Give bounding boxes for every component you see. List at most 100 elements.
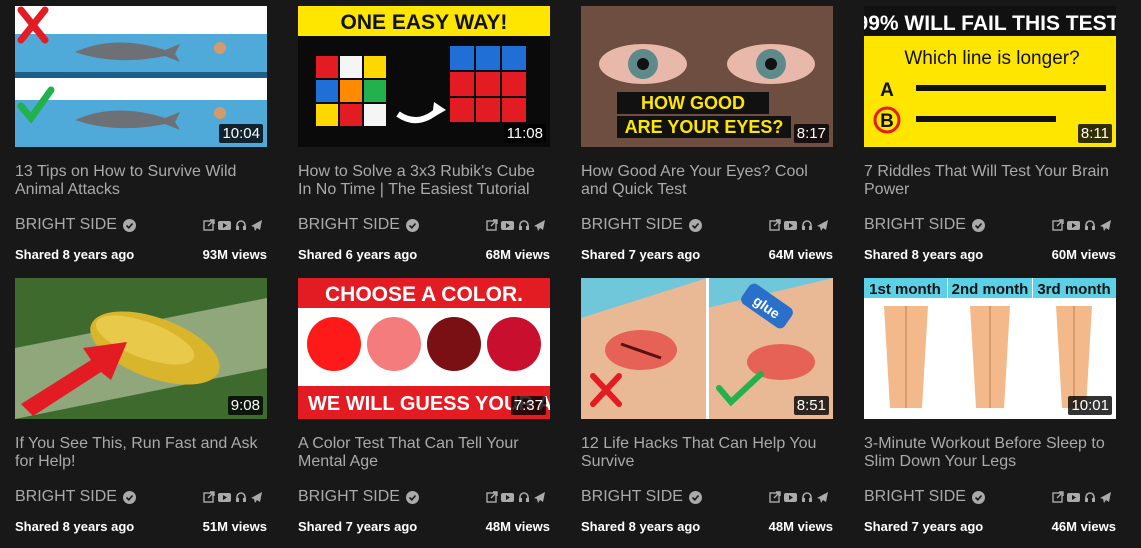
view-count: 68M views — [485, 247, 550, 262]
verified-badge-icon — [405, 490, 419, 504]
shared-date: Shared 8 years ago — [15, 519, 135, 534]
thumb-month-1: 1st month — [869, 281, 941, 298]
video-card[interactable]: 10:04 13 Tips on How to Survive Wild Ani… — [15, 6, 267, 262]
open-external-icon[interactable] — [202, 219, 215, 232]
youtube-icon[interactable] — [784, 491, 797, 504]
video-thumbnail[interactable]: 1st month 2nd month 3rd month 10:01 — [864, 278, 1116, 419]
airplane-icon[interactable] — [816, 219, 829, 232]
airplane-icon[interactable] — [250, 219, 263, 232]
video-duration: 10:04 — [219, 124, 263, 143]
video-thumbnail[interactable]: 9:08 — [15, 278, 267, 419]
channel-name[interactable]: BRIGHT SIDE — [15, 488, 117, 506]
channel-row: BRIGHT SIDE — [298, 488, 550, 506]
video-title[interactable]: How to Solve a 3x3 Rubik's Cube In No Ti… — [298, 163, 550, 199]
shared-date: Shared 8 years ago — [581, 519, 701, 534]
stats-row: Shared 7 years ago 64M views — [581, 247, 833, 262]
video-duration: 11:08 — [503, 124, 546, 143]
video-thumbnail[interactable]: ONE EASY WAY! 11:08 — [298, 6, 550, 147]
view-count: 51M views — [202, 519, 267, 534]
video-thumbnail[interactable]: CHOOSE A COLOR. WE WILL GUESS YOUR AGE 7… — [298, 278, 550, 419]
video-title[interactable]: A Color Test That Can Tell Your Mental A… — [298, 435, 550, 471]
channel-row: BRIGHT SIDE — [15, 488, 267, 506]
video-card[interactable]: CHOOSE A COLOR. WE WILL GUESS YOUR AGE 7… — [298, 278, 550, 534]
video-thumbnail[interactable]: 10:04 — [15, 6, 267, 147]
channel-row: BRIGHT SIDE — [15, 216, 267, 234]
airplane-icon[interactable] — [816, 491, 829, 504]
video-title[interactable]: 13 Tips on How to Survive Wild Animal At… — [15, 163, 267, 199]
shared-date: Shared 8 years ago — [15, 247, 135, 262]
headphones-icon[interactable] — [1083, 219, 1096, 232]
open-external-icon[interactable] — [1051, 491, 1064, 504]
channel-name-group[interactable]: BRIGHT SIDE — [15, 488, 136, 506]
video-thumbnail[interactable]: 99% WILL FAIL THIS TEST Which line is lo… — [864, 6, 1116, 147]
channel-row: BRIGHT SIDE — [864, 488, 1116, 506]
airplane-icon[interactable] — [1099, 219, 1112, 232]
channel-name[interactable]: BRIGHT SIDE — [581, 488, 683, 506]
video-title[interactable]: How Good Are Your Eyes? Cool and Quick T… — [581, 163, 833, 199]
channel-name-group[interactable]: BRIGHT SIDE — [581, 216, 702, 234]
video-card[interactable]: ONE EASY WAY! 11:08 How to Solve a 3x3 R… — [298, 6, 550, 262]
video-thumbnail[interactable]: HOW GOOD ARE YOUR EYES? 8:17 — [581, 6, 833, 147]
open-external-icon[interactable] — [768, 491, 781, 504]
headphones-icon[interactable] — [234, 491, 247, 504]
airplane-icon[interactable] — [250, 491, 263, 504]
action-icons — [768, 219, 829, 232]
headphones-icon[interactable] — [517, 219, 530, 232]
headphones-icon[interactable] — [517, 491, 530, 504]
channel-name-group[interactable]: BRIGHT SIDE — [298, 216, 419, 234]
video-title[interactable]: If You See This, Run Fast and Ask for He… — [15, 435, 267, 471]
airplane-icon[interactable] — [533, 491, 546, 504]
airplane-icon[interactable] — [1099, 491, 1112, 504]
youtube-icon[interactable] — [218, 219, 231, 232]
video-card[interactable]: 99% WILL FAIL THIS TEST Which line is lo… — [864, 6, 1116, 262]
open-external-icon[interactable] — [485, 219, 498, 232]
airplane-icon[interactable] — [533, 219, 546, 232]
stats-row: Shared 7 years ago 46M views — [864, 519, 1116, 534]
channel-name[interactable]: BRIGHT SIDE — [864, 488, 966, 506]
video-thumbnail[interactable]: glue 8:51 — [581, 278, 833, 419]
channel-name-group[interactable]: BRIGHT SIDE — [15, 216, 136, 234]
verified-badge-icon — [122, 490, 136, 504]
stats-row: Shared 8 years ago 51M views — [15, 519, 267, 534]
youtube-icon[interactable] — [218, 491, 231, 504]
stats-row: Shared 6 years ago 68M views — [298, 247, 550, 262]
open-external-icon[interactable] — [1051, 219, 1064, 232]
video-title[interactable]: 12 Life Hacks That Can Help You Survive — [581, 435, 833, 471]
headphones-icon[interactable] — [800, 491, 813, 504]
headphones-icon[interactable] — [234, 219, 247, 232]
headphones-icon[interactable] — [800, 219, 813, 232]
view-count: 60M views — [1051, 247, 1116, 262]
video-card[interactable]: glue 8:51 12 Life Hacks That Can Help Yo… — [581, 278, 833, 534]
channel-name-group[interactable]: BRIGHT SIDE — [298, 488, 419, 506]
open-external-icon[interactable] — [768, 219, 781, 232]
video-card[interactable]: HOW GOOD ARE YOUR EYES? 8:17 How Good Ar… — [581, 6, 833, 262]
channel-name-group[interactable]: BRIGHT SIDE — [581, 488, 702, 506]
channel-name-group[interactable]: BRIGHT SIDE — [864, 216, 985, 234]
youtube-icon[interactable] — [784, 219, 797, 232]
channel-name[interactable]: BRIGHT SIDE — [298, 216, 400, 234]
headphones-icon[interactable] — [1083, 491, 1096, 504]
video-card[interactable]: 1st month 2nd month 3rd month 10:01 3-Mi… — [864, 278, 1116, 534]
verified-badge-icon — [971, 490, 985, 504]
channel-name[interactable]: BRIGHT SIDE — [298, 488, 400, 506]
thumb-line-2: ARE YOUR EYES? — [625, 117, 784, 137]
channel-name[interactable]: BRIGHT SIDE — [864, 216, 966, 234]
open-external-icon[interactable] — [485, 491, 498, 504]
channel-name[interactable]: BRIGHT SIDE — [581, 216, 683, 234]
channel-row: BRIGHT SIDE — [581, 216, 833, 234]
shared-date: Shared 6 years ago — [298, 247, 418, 262]
youtube-icon[interactable] — [501, 491, 514, 504]
youtube-icon[interactable] — [501, 219, 514, 232]
youtube-icon[interactable] — [1067, 491, 1080, 504]
open-external-icon[interactable] — [202, 491, 215, 504]
action-icons — [485, 491, 546, 504]
video-card[interactable]: 9:08 If You See This, Run Fast and Ask f… — [15, 278, 267, 534]
youtube-icon[interactable] — [1067, 219, 1080, 232]
video-title[interactable]: 3-Minute Workout Before Sleep to Slim Do… — [864, 435, 1116, 471]
channel-name-group[interactable]: BRIGHT SIDE — [864, 488, 985, 506]
shared-date: Shared 7 years ago — [581, 247, 701, 262]
video-title[interactable]: 7 Riddles That Will Test Your Brain Powe… — [864, 163, 1116, 199]
channel-name[interactable]: BRIGHT SIDE — [15, 216, 117, 234]
thumb-line-1: 99% WILL FAIL THIS TEST — [864, 12, 1116, 35]
thumb-month-3: 3rd month — [1037, 281, 1110, 298]
